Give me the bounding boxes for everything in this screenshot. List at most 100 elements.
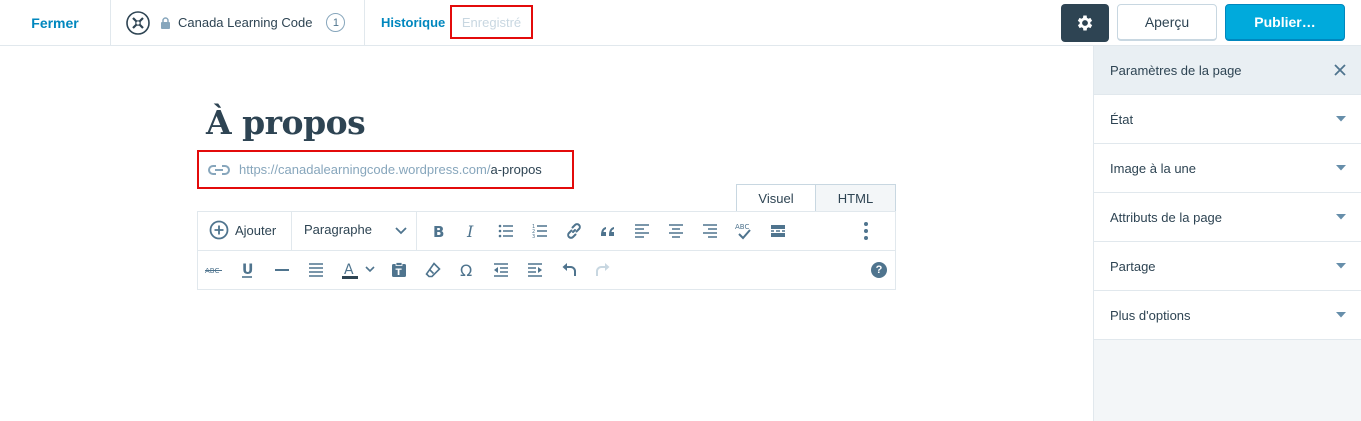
close-button[interactable]: Fermer — [0, 0, 111, 45]
close-icon[interactable] — [1333, 63, 1347, 77]
chevron-down-icon — [365, 266, 375, 273]
sidebar-item-label: Attributs de la page — [1110, 209, 1223, 225]
divider — [364, 0, 365, 45]
spellcheck-icon: ABC — [735, 223, 751, 240]
redo-icon — [596, 263, 610, 276]
site-count-badge: 1 — [326, 13, 346, 32]
svg-text:3: 3 — [532, 234, 535, 239]
link-icon — [567, 223, 581, 239]
align-center-button[interactable] — [665, 220, 687, 242]
settings-button[interactable] — [1061, 4, 1109, 42]
svg-text:B: B — [433, 223, 444, 239]
strikethrough-icon: ABC — [205, 267, 222, 275]
sidebar-item-page-attributes[interactable]: Attributs de la page — [1094, 193, 1361, 242]
read-more-icon — [771, 225, 785, 237]
top-bar: Fermer Canada Learning Code 1 Historique… — [0, 0, 1361, 46]
divider — [291, 212, 292, 250]
svg-text:Ω: Ω — [460, 262, 472, 278]
add-circle-icon — [209, 220, 229, 240]
sidebar-header: Paramètres de la page — [1094, 46, 1361, 95]
bold-icon: B — [433, 223, 444, 239]
more-options-icon — [864, 222, 868, 240]
sidebar-item-featured-image[interactable]: Image à la une — [1094, 144, 1361, 193]
permalink[interactable]: https://canadalearningcode.wordpress.com… — [197, 150, 574, 189]
paste-text-icon: T — [392, 262, 406, 278]
redo-button[interactable] — [592, 259, 614, 281]
blockquote-icon — [601, 227, 614, 236]
toolbar-row-1: Ajouter Paragraphe B I 1 2 3 ABC — [198, 212, 895, 251]
clear-formatting-button[interactable] — [422, 259, 444, 281]
justify-icon — [309, 263, 323, 277]
svg-text:A: A — [344, 262, 354, 278]
divider — [416, 212, 417, 250]
align-left-button[interactable] — [631, 220, 653, 242]
add-button[interactable]: Ajouter — [209, 220, 276, 240]
svg-text:U: U — [242, 262, 253, 278]
caret-down-icon — [1336, 165, 1346, 171]
numbered-list-icon: 1 2 3 — [532, 224, 547, 239]
horizontal-rule-icon — [275, 269, 289, 271]
sidebar-item-more-options[interactable]: Plus d'options — [1094, 291, 1361, 340]
bold-button[interactable]: B — [427, 220, 449, 242]
gear-icon — [1077, 15, 1093, 31]
toolbar-row-2: ABC U A — [198, 251, 895, 289]
preview-button[interactable]: Aperçu — [1117, 4, 1217, 41]
tab-html[interactable]: HTML — [816, 184, 896, 212]
clear-formatting-icon — [425, 262, 441, 278]
chevron-down-icon — [395, 227, 407, 235]
justify-button[interactable] — [305, 259, 327, 281]
format-select[interactable]: Paragraphe — [304, 222, 372, 237]
sidebar-title: Paramètres de la page — [1110, 62, 1242, 78]
svg-text:T: T — [396, 268, 403, 278]
sidebar-item-label: État — [1110, 111, 1134, 127]
spellcheck-button[interactable]: ABC — [733, 220, 755, 242]
bullet-list-button[interactable] — [495, 220, 517, 242]
special-character-icon: Ω — [460, 262, 472, 278]
page-title[interactable]: À propos — [206, 103, 366, 142]
caret-down-icon — [1336, 214, 1346, 220]
publish-button[interactable]: Publier… — [1225, 4, 1345, 41]
horizontal-rule-button[interactable] — [271, 259, 293, 281]
text-color-button[interactable]: A — [339, 259, 361, 281]
site-selector[interactable]: Canada Learning Code 1 — [126, 0, 346, 45]
link-icon — [208, 164, 230, 175]
sidebar-item-label: Image à la une — [1110, 160, 1197, 176]
bullet-list-icon — [498, 224, 513, 238]
help-button[interactable]: ? — [871, 262, 887, 278]
paste-text-button[interactable]: T — [388, 259, 410, 281]
strikethrough-button[interactable]: ABC — [203, 259, 225, 281]
more-options-button[interactable] — [855, 220, 877, 242]
align-right-button[interactable] — [699, 220, 721, 242]
outdent-button[interactable] — [490, 259, 512, 281]
permalink-base: https://canadalearningcode.wordpress.com… — [239, 162, 491, 177]
editor-toolbar: Ajouter Paragraphe B I 1 2 3 ABC U A T Ω… — [197, 211, 896, 290]
special-character-button[interactable]: Ω — [456, 259, 478, 281]
undo-button[interactable] — [558, 259, 580, 281]
indent-icon — [528, 263, 542, 277]
align-center-icon — [669, 224, 683, 238]
underline-icon: U — [242, 262, 253, 278]
saved-status-highlight: Enregistré — [450, 5, 533, 39]
history-link[interactable]: Historique — [381, 15, 445, 30]
read-more-button[interactable] — [767, 220, 789, 242]
blockquote-button[interactable] — [597, 220, 619, 242]
sidebar-item-label: Plus d'options — [1110, 307, 1191, 323]
sidebar-item-sharing[interactable]: Partage — [1094, 242, 1361, 291]
svg-text:I: I — [466, 223, 474, 239]
align-right-icon — [703, 224, 717, 238]
indent-button[interactable] — [524, 259, 546, 281]
tab-visual[interactable]: Visuel — [736, 184, 816, 212]
outdent-icon — [494, 263, 508, 277]
editor-mode-tabs: Visuel HTML — [736, 184, 896, 212]
sidebar-item-status[interactable]: État — [1094, 95, 1361, 144]
link-button[interactable] — [563, 220, 585, 242]
caret-down-icon — [1336, 263, 1346, 269]
italic-button[interactable]: I — [460, 220, 482, 242]
underline-button[interactable]: U — [236, 259, 258, 281]
svg-text:ABC: ABC — [735, 223, 749, 231]
permalink-slug[interactable]: a-propos — [490, 162, 541, 177]
align-left-icon — [635, 224, 649, 238]
settings-sidebar: Paramètres de la page État Image à la un… — [1093, 46, 1361, 421]
numbered-list-button[interactable]: 1 2 3 — [529, 220, 551, 242]
italic-icon: I — [466, 223, 474, 239]
